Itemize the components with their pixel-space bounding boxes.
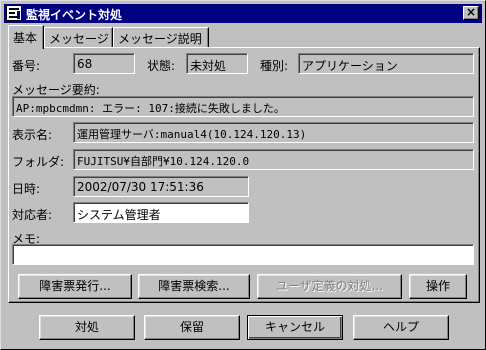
handler-label: 対応者: [12, 208, 53, 222]
title-bar[interactable]: 監視イベント対処 × [4, 4, 482, 23]
kind-field: アプリケーション [298, 53, 474, 74]
memo-input[interactable] [12, 244, 474, 265]
issue-ticket-button[interactable]: 障害票発行... [18, 274, 132, 299]
close-icon[interactable]: × [463, 6, 479, 20]
tab-basic[interactable]: 基本 [8, 25, 44, 49]
status-label: 状態: [147, 59, 176, 73]
search-ticket-button[interactable]: 障害票検索... [138, 274, 250, 299]
dialog-window: 監視イベント対処 × 基本 メッセージ メッセージ説明 番号: 68 状態: 未… [0, 0, 486, 350]
number-label: 番号: [12, 59, 41, 73]
folder-field: FUJITSU¥自部門¥10.124.120.0 [73, 149, 474, 170]
window-title: 監視イベント対処 [26, 8, 123, 22]
handler-input[interactable]: システム管理者 [73, 202, 249, 223]
display-name-label: 表示名: [12, 128, 53, 142]
datetime-field: 2002/07/30 17:51:36 [73, 176, 249, 197]
summary-field: AP:mpbcmdmn: エラー: 107:接続に失敗しました。 [12, 96, 474, 117]
hold-button[interactable]: 保留 [144, 315, 240, 340]
operation-button[interactable]: 操作 [409, 274, 467, 299]
number-field: 68 [73, 53, 135, 74]
user-defined-action-button[interactable]: ユーザ定義の対処... [257, 274, 402, 299]
kind-label: 種別: [260, 59, 289, 73]
display-name-field: 運用管理サーバ:manual4(10.124.120.13) [73, 122, 474, 143]
cancel-button[interactable]: キャンセル [247, 315, 343, 340]
app-icon [6, 5, 22, 21]
datetime-label: 日時: [12, 182, 41, 196]
handle-button[interactable]: 対処 [39, 315, 135, 340]
tab-message[interactable]: メッセージ [44, 27, 113, 47]
help-button[interactable]: ヘルプ [353, 315, 449, 340]
status-field: 未対処 [186, 53, 248, 74]
tab-message-description[interactable]: メッセージ説明 [113, 27, 209, 47]
folder-label: フォルダ: [12, 155, 65, 169]
